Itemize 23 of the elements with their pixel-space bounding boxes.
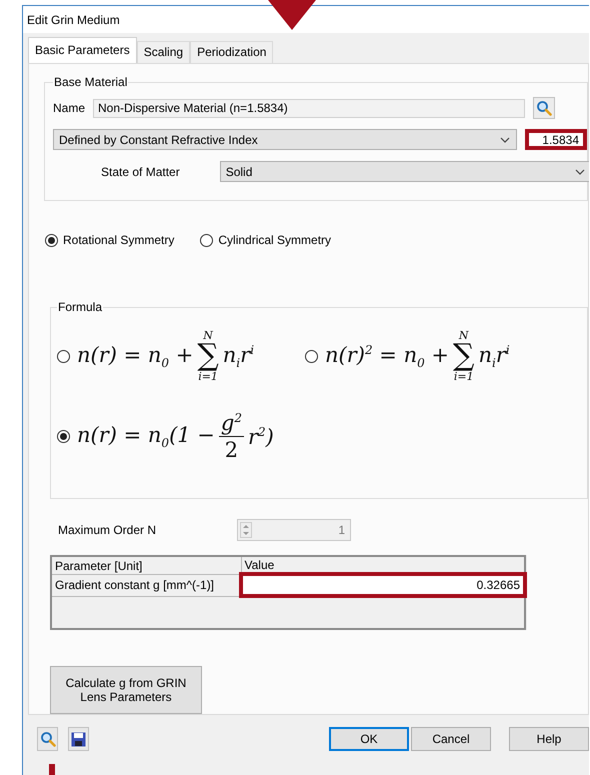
- dialog-button[interactable]: OK: [329, 727, 409, 751]
- definition-dropdown[interactable]: Defined by Constant Refractive Index: [53, 129, 518, 150]
- dialog-button[interactable]: Help: [509, 727, 589, 751]
- window-title: Edit Grin Medium: [27, 12, 120, 26]
- radio-label[interactable]: Rotational Symmetry: [63, 233, 174, 248]
- field-label: Name: [53, 101, 86, 115]
- field-label: State of Matter: [101, 164, 180, 178]
- group-title: Base Material: [53, 75, 128, 89]
- column-header: Parameter [Unit]: [51, 556, 241, 574]
- group-title: Formula: [57, 300, 104, 314]
- tab[interactable]: Periodization: [190, 41, 274, 63]
- math-formula: n(r) = n$_{0}$ + N ∑ i=1 n$_{i}$r$^{i}$: [76, 328, 256, 384]
- value-cell[interactable]: 0.32665: [241, 574, 525, 596]
- calculate-button[interactable]: Calculate g from GRIN Lens Parameters: [50, 666, 202, 714]
- name-field[interactable]: Non-Dispersive Material (n=1.5834): [93, 98, 526, 118]
- state-dropdown[interactable]: Solid: [220, 161, 589, 182]
- field-label: Maximum Order N: [58, 523, 156, 538]
- tab[interactable]: Basic Parameters: [28, 37, 137, 63]
- radio-label[interactable]: Cylindrical Symmetry: [218, 233, 332, 248]
- tab[interactable]: Scaling: [136, 41, 190, 63]
- math-formula: n(r)$^{2}$ = n$_{0}$ + N ∑ i=1 n$_{i}$r$^{i}$: [324, 328, 511, 384]
- refractive-index-field[interactable]: 1.5834: [525, 129, 587, 150]
- dialog-button[interactable]: Cancel: [411, 727, 491, 751]
